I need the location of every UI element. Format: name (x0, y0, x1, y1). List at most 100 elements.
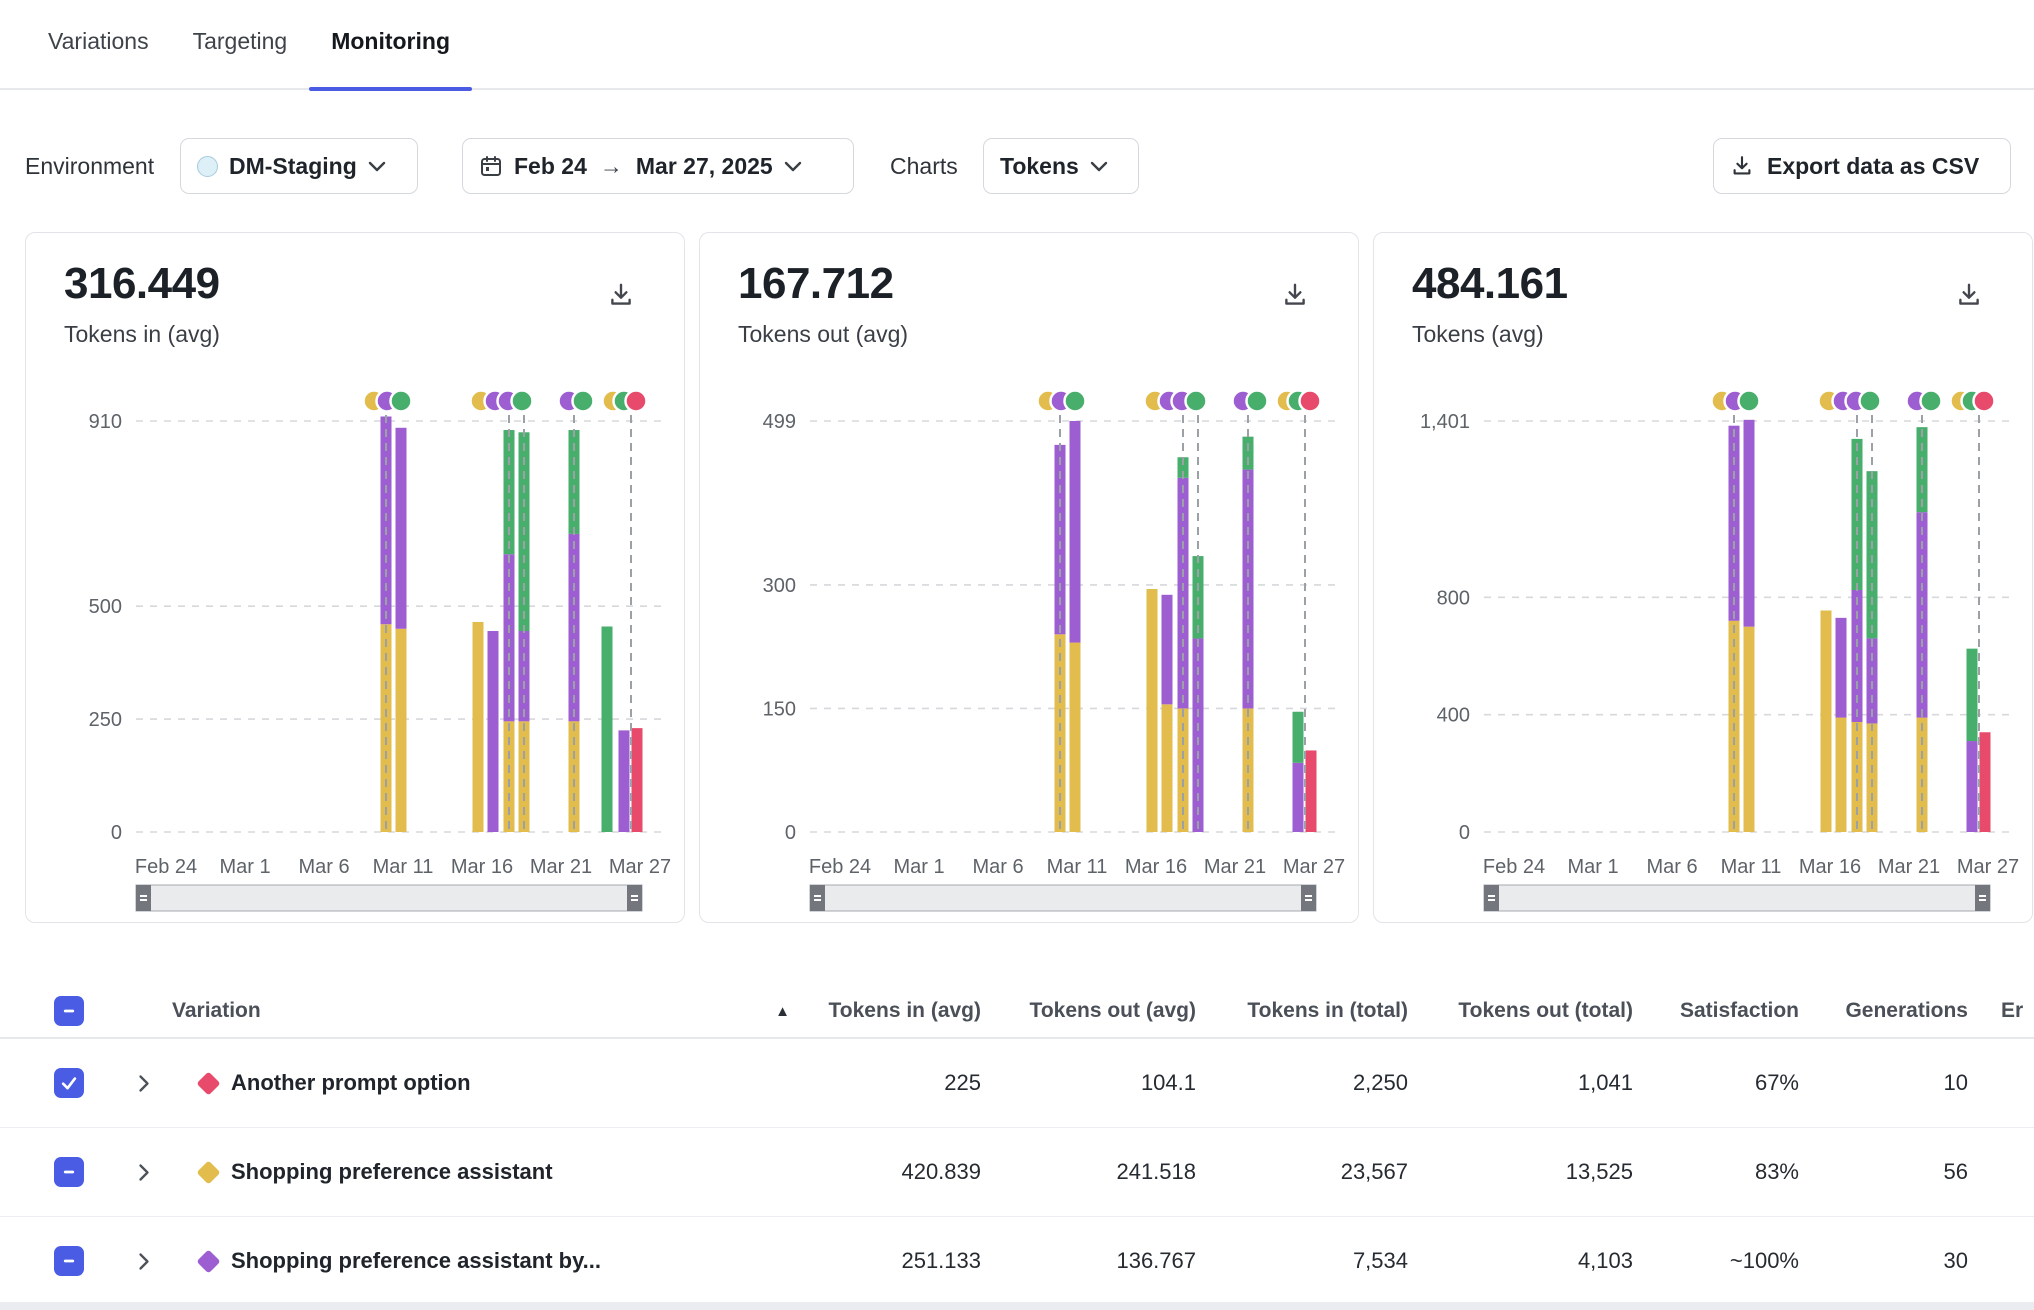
date-range-picker[interactable]: Feb 24 → Mar 27, 2025 (462, 138, 854, 194)
value-cell: 83% (1633, 1159, 1799, 1185)
svg-text:800: 800 (1437, 587, 1470, 609)
expand-row-button[interactable] (116, 1063, 172, 1103)
svg-text:500: 500 (89, 596, 122, 618)
svg-text:0: 0 (111, 822, 122, 844)
value-cell: ~100% (1633, 1248, 1799, 1274)
chart-card-2: 4993001500Feb 24Mar 1Mar 6Mar 11Mar 16Ma… (699, 232, 1359, 923)
chart-subtitle: Tokens (avg) (1412, 321, 1544, 348)
download-icon (1281, 281, 1309, 309)
download-icon (607, 281, 635, 309)
table-row[interactable]: Shopping preference assistant 420.839241.… (0, 1128, 2034, 1217)
value-cell: 23,567 (1196, 1159, 1408, 1185)
download-icon (1955, 281, 1983, 309)
value-cell: 136.767 (981, 1248, 1196, 1274)
value-cell: 104.1 (981, 1070, 1196, 1096)
svg-text:1,401: 1,401 (1420, 411, 1470, 433)
sort-ascending-icon: ▲ (775, 1003, 790, 1020)
value-cell: 251.133 (796, 1248, 981, 1274)
horizontal-scrollbar[interactable] (0, 1302, 2034, 1310)
value-cell: 10 (1799, 1070, 1968, 1096)
svg-text:Feb 24: Feb 24 (1483, 856, 1545, 878)
export-csv-label: Export data as CSV (1767, 153, 1979, 180)
svg-text:Mar 6: Mar 6 (298, 856, 349, 878)
expand-row-button[interactable] (116, 1152, 172, 1192)
tab-monitoring[interactable]: Monitoring (309, 24, 472, 89)
svg-text:150: 150 (763, 698, 796, 720)
charts-row: 9105002500Feb 24Mar 1Mar 6Mar 11Mar 16Ma… (25, 232, 2033, 923)
date-end: Mar 27, 2025 (636, 153, 773, 180)
tab-variations[interactable]: Variations (26, 24, 171, 89)
column-header[interactable]: Tokens out (avg) (981, 999, 1196, 1023)
environment-label: Environment (25, 138, 154, 194)
svg-text:910: 910 (89, 411, 122, 433)
date-start: Feb 24 (514, 153, 587, 180)
row-checkbox[interactable] (54, 1157, 84, 1187)
svg-text:Mar 16: Mar 16 (451, 856, 513, 878)
column-header[interactable]: Generations (1799, 999, 1968, 1023)
chart-download-button[interactable] (604, 279, 638, 313)
chart-card-1: 9105002500Feb 24Mar 1Mar 6Mar 11Mar 16Ma… (25, 232, 685, 923)
column-header-clipped[interactable]: Er (1968, 999, 2034, 1023)
column-header-label: Variation (172, 999, 261, 1023)
tab-targeting[interactable]: Targeting (171, 24, 310, 89)
chevron-down-icon (368, 161, 386, 172)
variations-table: Variation ▲ Tokens in (avg)Tokens out (avg… (0, 985, 2034, 1306)
svg-text:Mar 1: Mar 1 (1567, 856, 1618, 878)
svg-text:Mar 6: Mar 6 (1646, 856, 1697, 878)
variation-cell: Shopping preference assistant by... (172, 1248, 796, 1274)
environment-color-dot (197, 156, 218, 177)
chart-download-button[interactable] (1952, 279, 1986, 313)
row-checkbox[interactable] (54, 1068, 84, 1098)
value-cell: 225 (796, 1070, 981, 1096)
column-header[interactable]: Tokens in (total) (1196, 999, 1408, 1023)
chart-download-button[interactable] (1278, 279, 1312, 313)
environment-select[interactable]: DM-Staging (180, 138, 418, 194)
arrow-right-icon: → (598, 153, 625, 180)
value-cell: 241.518 (981, 1159, 1196, 1185)
value-cell: 4,103 (1408, 1248, 1633, 1274)
column-header-variation[interactable]: Variation ▲ (172, 999, 796, 1023)
variation-color-diamond (196, 1071, 220, 1095)
svg-text:400: 400 (1437, 705, 1470, 727)
svg-text:0: 0 (1459, 822, 1470, 844)
row-checkbox[interactable] (54, 1246, 84, 1276)
svg-text:Feb 24: Feb 24 (135, 856, 197, 878)
svg-text:Feb 24: Feb 24 (809, 856, 871, 878)
chevron-down-icon (1090, 161, 1108, 172)
column-header[interactable]: Tokens in (avg) (796, 999, 981, 1023)
svg-text:Mar 16: Mar 16 (1799, 856, 1861, 878)
charts-metric-select[interactable]: Tokens (983, 138, 1139, 194)
minus-icon (58, 1000, 80, 1022)
table-header-row: Variation ▲ Tokens in (avg)Tokens out (avg… (0, 985, 2034, 1039)
column-header[interactable]: Satisfaction (1633, 999, 1799, 1023)
value-cell: 7,534 (1196, 1248, 1408, 1274)
expand-row-button[interactable] (116, 1241, 172, 1281)
variation-name: Shopping preference assistant (231, 1159, 553, 1185)
filter-bar: Environment DM-Staging Feb 24 → Mar 27, … (0, 138, 2034, 194)
svg-text:Mar 21: Mar 21 (530, 856, 592, 878)
svg-text:Mar 1: Mar 1 (893, 856, 944, 878)
svg-text:Mar 27: Mar 27 (1957, 856, 2019, 878)
svg-text:Mar 1: Mar 1 (219, 856, 270, 878)
variation-color-diamond (196, 1249, 220, 1273)
svg-text:Mar 11: Mar 11 (373, 856, 434, 878)
value-cell: 1,041 (1408, 1070, 1633, 1096)
table-row[interactable]: Shopping preference assistant by...251.1… (0, 1217, 2034, 1306)
chevron-down-icon (784, 161, 802, 172)
svg-text:Mar 11: Mar 11 (1721, 856, 1782, 878)
column-header[interactable]: Tokens out (total) (1408, 999, 1633, 1023)
calendar-icon (479, 154, 503, 178)
svg-text:Mar 6: Mar 6 (972, 856, 1023, 878)
select-all-checkbox[interactable] (54, 996, 84, 1026)
minus-icon (58, 1161, 80, 1183)
charts-metric-value: Tokens (1000, 153, 1079, 180)
svg-text:Mar 21: Mar 21 (1204, 856, 1266, 878)
chart-subtitle: Tokens out (avg) (738, 321, 908, 348)
environment-value: DM-Staging (229, 153, 357, 180)
value-cell: 420.839 (796, 1159, 981, 1185)
table-row[interactable]: Another prompt option225104.12,2501,0416… (0, 1039, 2034, 1128)
export-csv-button[interactable]: Export data as CSV (1713, 138, 2011, 194)
chart-card-3: 1,401 800 400 0 Feb 24 Mar 1 Mar 6 Mar 11 Mar 16… (1373, 232, 2033, 923)
value-cell: 13,525 (1408, 1159, 1633, 1185)
chart-big-number: 167.712 (738, 259, 894, 309)
